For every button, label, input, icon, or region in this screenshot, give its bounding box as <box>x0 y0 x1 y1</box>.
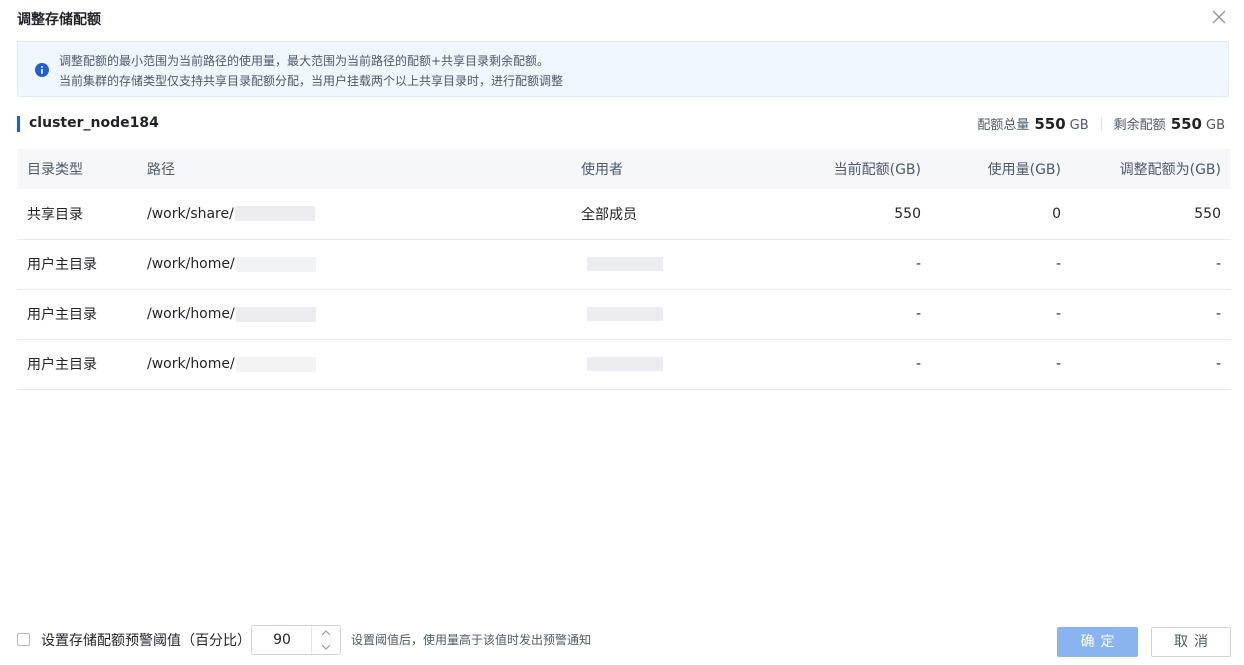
cell-quota: - <box>915 256 921 272</box>
cell-user <box>571 339 771 389</box>
column-header-type: 目录类型 <box>27 162 83 178</box>
threshold-input[interactable]: 90 <box>252 626 312 654</box>
info-text-line1: 调整配额的最小范围为当前路径的使用量，最大范围为当前路径的配额+共享目录剩余配额… <box>59 54 550 68</box>
cell-path: /work/share/ <box>137 189 571 239</box>
cell-path: /work/home/ <box>137 339 571 389</box>
remaining-quota-label: 剩余配额 <box>1113 118 1166 133</box>
table-row: 用户主目录 /work/home/ - - - <box>17 289 1231 339</box>
dialog-title: 调整存储配额 <box>17 12 101 28</box>
table-row: 用户主目录 /work/home/ - - - <box>17 339 1231 389</box>
threshold-checkbox-label[interactable]: 设置存储配额预警阈值（百分比） <box>41 630 251 650</box>
quota-divider <box>1100 116 1102 131</box>
cell-adjust[interactable]: 550 <box>1071 189 1231 239</box>
info-text-line2: 当前集群的存储类型仅支持共享目录配额分配，当用户挂载两个以上共享目录时，进行配额… <box>59 74 564 88</box>
cell-adjust[interactable]: - <box>1071 339 1231 389</box>
total-quota-label: 配额总量 <box>977 118 1030 133</box>
close-icon[interactable] <box>1210 8 1228 26</box>
path-text: /work/home/ <box>147 356 235 372</box>
table-row: 共享目录 /work/share/ 全部成员 550 0 550 <box>17 189 1231 239</box>
quota-summary: 配额总量 550 GB 剩余配额 550 GB <box>977 114 1225 133</box>
cell-usage: 0 <box>1052 205 1061 222</box>
cell-path: /work/home/ <box>137 289 571 339</box>
path-text: /work/home/ <box>147 306 235 322</box>
column-header-adjust: 调整配额为(GB) <box>1119 162 1221 178</box>
confirm-button[interactable]: 确定 <box>1057 627 1138 657</box>
cell-adjust[interactable]: - <box>1071 239 1231 289</box>
cell-user <box>571 239 771 289</box>
chevron-up-icon <box>321 630 331 636</box>
column-header-usage: 使用量(GB) <box>987 162 1061 178</box>
cell-usage: - <box>1055 356 1061 372</box>
total-quota-value: 550 <box>1034 115 1066 133</box>
section-accent-bar <box>17 116 20 132</box>
cell-type: 共享目录 <box>27 206 83 223</box>
cell-quota: - <box>915 356 921 372</box>
cell-quota: - <box>915 306 921 322</box>
cell-type: 用户主目录 <box>27 257 97 273</box>
redacted-block <box>235 306 316 322</box>
threshold-hint: 设置阈值后，使用量高于该值时发出预警通知 <box>351 633 592 647</box>
cell-type: 用户主目录 <box>27 307 97 323</box>
cell-usage: - <box>1055 256 1061 272</box>
remaining-quota-value: 550 <box>1170 115 1202 133</box>
table-row: 用户主目录 /work/home/ - - - <box>17 239 1231 289</box>
info-icon <box>35 63 49 77</box>
path-text: /work/home/ <box>147 256 235 272</box>
total-quota-unit: GB <box>1069 118 1089 133</box>
remaining-quota-unit: GB <box>1206 118 1225 133</box>
threshold-stepper[interactable]: 90 <box>251 625 341 655</box>
column-header-user: 使用者 <box>581 162 623 178</box>
threshold-checkbox[interactable] <box>17 633 30 646</box>
redacted-block <box>234 206 315 222</box>
redacted-block <box>235 356 316 372</box>
cancel-button[interactable]: 取消 <box>1151 627 1231 657</box>
cell-type: 用户主目录 <box>27 357 97 373</box>
quota-table: 目录类型 路径 使用者 当前配额(GB) 使用量(GB) 调整配额为(GB) 共… <box>17 149 1231 390</box>
redacted-block <box>587 307 663 321</box>
redacted-block <box>235 256 316 272</box>
cluster-name: cluster_node184 <box>29 115 159 131</box>
cell-adjust[interactable]: - <box>1071 289 1231 339</box>
column-header-path: 路径 <box>147 162 175 178</box>
cell-usage: - <box>1055 306 1061 322</box>
cell-path: /work/home/ <box>137 239 571 289</box>
stepper-up-button[interactable] <box>312 626 340 640</box>
cell-user: 全部成员 <box>581 206 637 223</box>
chevron-down-icon <box>321 644 331 650</box>
stepper-down-button[interactable] <box>312 640 340 654</box>
cell-user <box>571 289 771 339</box>
path-text: /work/share/ <box>147 205 234 222</box>
redacted-block <box>587 257 663 271</box>
stepper-arrows <box>311 626 340 654</box>
redacted-block <box>587 357 663 371</box>
table-header: 目录类型 路径 使用者 当前配额(GB) 使用量(GB) 调整配额为(GB) <box>17 149 1231 189</box>
column-header-quota: 当前配额(GB) <box>833 162 921 178</box>
cell-quota: 550 <box>894 205 921 222</box>
info-banner: 调整配额的最小范围为当前路径的使用量，最大范围为当前路径的配额+共享目录剩余配额… <box>17 41 1229 97</box>
